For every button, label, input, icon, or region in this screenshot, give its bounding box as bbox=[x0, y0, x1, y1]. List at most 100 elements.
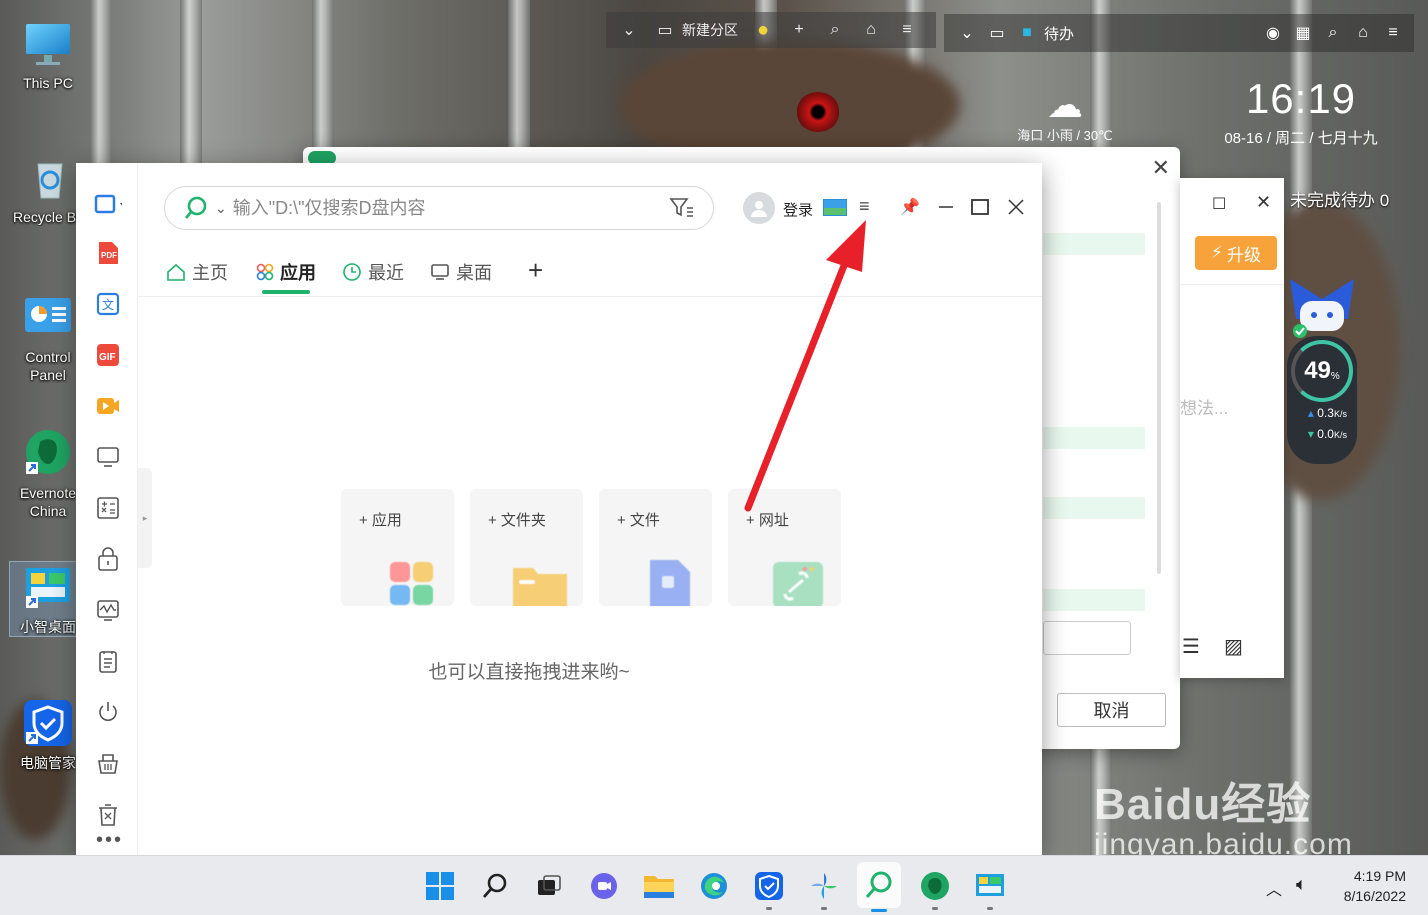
chevron-up-icon[interactable]: ︿ bbox=[1266, 876, 1282, 900]
mascot-icon bbox=[1282, 275, 1362, 339]
tab-home[interactable]: 主页 bbox=[166, 259, 228, 285]
plus-icon[interactable]: + bbox=[788, 21, 810, 39]
add-tab-button[interactable]: + bbox=[528, 255, 543, 286]
desktop-icon bbox=[431, 264, 449, 280]
close-icon[interactable]: ✕ bbox=[1256, 192, 1271, 213]
avatar[interactable] bbox=[743, 192, 775, 224]
image-icon[interactable]: ▨ bbox=[1224, 634, 1243, 659]
chevron-down-icon[interactable]: ⌄ bbox=[618, 20, 640, 40]
tool-rail: PDF 文 GIF ••• ▸ bbox=[76, 163, 152, 855]
desktop-icon-this-pc[interactable]: This PC bbox=[10, 18, 86, 92]
desktop-icon-evernote[interactable]: Evernote China bbox=[10, 428, 86, 520]
rain-cloud-icon: ☁ bbox=[1047, 84, 1083, 125]
pdf-tool-icon[interactable]: PDF bbox=[94, 239, 122, 267]
menu-icon[interactable]: ≡ bbox=[859, 196, 870, 217]
calculator-tool-icon[interactable] bbox=[94, 494, 122, 522]
running-indicator bbox=[932, 907, 938, 910]
rate-unit: K/s bbox=[1333, 409, 1347, 419]
expand-rail-icon[interactable]: ▸ bbox=[138, 468, 152, 568]
chevron-down-icon[interactable]: ⌄ bbox=[215, 200, 227, 217]
close-icon[interactable] bbox=[1004, 195, 1028, 219]
power-tool-icon[interactable] bbox=[94, 698, 122, 726]
window-icon[interactable]: ▭ bbox=[986, 23, 1008, 43]
desktop-icon-label: This PC bbox=[23, 75, 73, 91]
search-icon[interactable]: ⌕ bbox=[824, 21, 846, 39]
apps-icon bbox=[256, 263, 274, 281]
start-icon[interactable] bbox=[424, 870, 456, 902]
down-arrow-icon: ▾ bbox=[1307, 427, 1314, 441]
todo-title[interactable]: 待办 bbox=[1044, 23, 1074, 44]
fence-title[interactable]: 新建分区 bbox=[682, 20, 738, 40]
cancel-button[interactable]: 取消 bbox=[1057, 693, 1166, 727]
window-icon[interactable]: ▭ bbox=[654, 20, 676, 40]
network-speed-widget[interactable]: 49% ▴ 0.3K/s ▾ 0.0K/s bbox=[1287, 336, 1357, 464]
desktop-icon-control-panel[interactable]: Control Panel bbox=[10, 292, 86, 384]
weather-widget: ☁ 海口 小雨 / 30℃ bbox=[990, 85, 1140, 144]
tab-apps[interactable]: 应用 bbox=[256, 259, 316, 294]
xiaozhi-desktop-icon[interactable] bbox=[974, 870, 1006, 910]
task-view-icon[interactable] bbox=[533, 870, 565, 902]
chevron-down-icon[interactable]: ⌄ bbox=[956, 23, 978, 43]
video-tool-icon[interactable] bbox=[94, 392, 122, 420]
add-folder-card[interactable]: + 文件夹 bbox=[470, 489, 583, 606]
search-icon[interactable] bbox=[479, 870, 511, 902]
wallpaper-eye bbox=[796, 92, 840, 132]
weather-text: 海口 小雨 / 30℃ bbox=[1017, 128, 1113, 143]
menu-icon[interactable]: ≡ bbox=[896, 21, 918, 39]
tab-desktop[interactable]: 桌面 bbox=[430, 259, 492, 285]
more-icon[interactable]: ••• bbox=[96, 830, 123, 850]
baidu-watermark: Baidu经验 jingyan.baidu.com bbox=[1094, 768, 1353, 862]
drag-drop-hint: 也可以直接拖拽进来哟~ bbox=[428, 662, 630, 683]
minimize-icon[interactable] bbox=[934, 195, 958, 219]
search-input[interactable] bbox=[232, 197, 653, 219]
shirt-icon[interactable]: ⌂ bbox=[1352, 24, 1374, 42]
pending-todo-count: 未完成待办 0 bbox=[1290, 191, 1390, 210]
gif-tool-icon[interactable]: GIF bbox=[94, 341, 122, 369]
edge-icon[interactable] bbox=[698, 870, 730, 902]
evernote-icon[interactable] bbox=[919, 870, 951, 910]
performance-tool-icon[interactable] bbox=[94, 596, 122, 624]
monitor-tool-icon[interactable] bbox=[94, 443, 122, 471]
calendar-icon[interactable]: ▦ bbox=[1292, 23, 1314, 43]
desktop-icon-label: 电脑管家 bbox=[20, 755, 76, 771]
translate-tool-icon[interactable]: 文 bbox=[94, 290, 122, 318]
folder-icon bbox=[513, 568, 567, 606]
upgrade-button[interactable]: ⚡ 升级 bbox=[1195, 236, 1277, 270]
login-link[interactable]: 登录 bbox=[783, 199, 813, 220]
chat-icon[interactable] bbox=[588, 870, 620, 902]
uninstall-tool-icon[interactable] bbox=[94, 800, 122, 828]
search-icon bbox=[185, 196, 207, 219]
pinwheel-app-icon[interactable] bbox=[808, 870, 840, 910]
add-url-card[interactable]: + 网址 bbox=[728, 489, 841, 606]
search-icon[interactable]: ⌕ bbox=[1322, 24, 1344, 42]
pin-icon[interactable]: 📌 bbox=[898, 195, 922, 219]
desktop-icon-pc-manager[interactable]: 电脑管家 bbox=[10, 698, 86, 772]
note-placeholder[interactable]: 想法... bbox=[1180, 394, 1228, 419]
list-icon[interactable]: ☰ bbox=[1182, 634, 1200, 659]
percent-unit: % bbox=[1330, 370, 1340, 382]
add-app-card[interactable]: + 应用 bbox=[341, 489, 454, 606]
file-explorer-icon[interactable] bbox=[643, 870, 675, 902]
desktop-icon-xiaozhi[interactable]: 小智桌面 bbox=[9, 561, 87, 637]
desktop-icon-label: Control Panel bbox=[25, 349, 71, 383]
volume-icon[interactable]: 🔈︎ bbox=[1296, 874, 1307, 895]
tray-time: 4:19 PM bbox=[1353, 868, 1406, 884]
tab-recent[interactable]: 最近 bbox=[342, 259, 404, 285]
search-box[interactable]: ⌄ bbox=[164, 186, 714, 230]
close-icon[interactable]: ✕ bbox=[1152, 155, 1170, 181]
cleanup-tool-icon[interactable] bbox=[94, 749, 122, 777]
search-app-taskbar-icon[interactable] bbox=[857, 862, 901, 912]
filter-icon[interactable] bbox=[669, 196, 695, 220]
maximize-icon[interactable]: ☐ bbox=[1212, 194, 1226, 214]
skin-image-icon[interactable] bbox=[823, 199, 847, 216]
maximize-icon[interactable] bbox=[968, 195, 992, 219]
add-file-card[interactable]: + 文件 bbox=[599, 489, 712, 606]
tray-clock[interactable]: 4:19 PM 8/16/2022 bbox=[1344, 866, 1406, 906]
clock-time: 16:19 bbox=[1245, 75, 1357, 122]
screenshot-tool-icon[interactable] bbox=[94, 191, 122, 219]
lock-tool-icon[interactable] bbox=[94, 545, 122, 573]
shirt-icon[interactable]: ⌂ bbox=[860, 21, 882, 39]
menu-icon[interactable]: ≡ bbox=[1382, 24, 1404, 42]
pc-manager-icon[interactable] bbox=[753, 870, 785, 910]
user-icon[interactable]: ◉ bbox=[1262, 23, 1284, 43]
